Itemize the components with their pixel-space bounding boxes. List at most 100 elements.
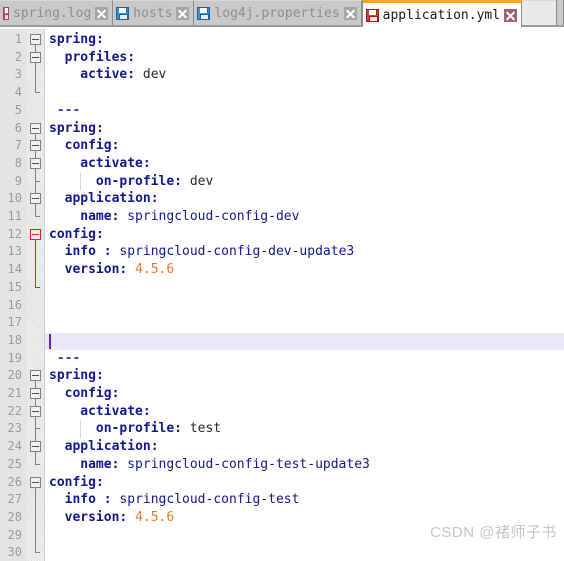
fold-toggle-icon[interactable]	[30, 228, 41, 240]
fold-toggle-icon[interactable]	[30, 51, 41, 63]
tab-label: hosts	[133, 5, 173, 21]
code-line[interactable]: name: springcloud-config-dev	[80, 208, 299, 226]
fold-range-end	[35, 428, 40, 430]
tab-hosts[interactable]: hosts	[113, 0, 195, 25]
line-number: 24	[7, 439, 22, 454]
tab-label: spring.log	[13, 5, 92, 21]
line-number: 4	[14, 85, 22, 100]
yaml-key: profiles:	[64, 49, 136, 65]
code-line[interactable]: name: springcloud-config-test-update3	[80, 456, 370, 474]
current-line-highlight	[45, 332, 564, 350]
code-line[interactable]: spring:	[49, 120, 104, 138]
fold-range-line	[35, 62, 36, 93]
code-line[interactable]: info : springcloud-config-dev-update3	[65, 243, 355, 261]
yaml-key: name:	[80, 209, 120, 224]
code-line[interactable]: application:	[65, 190, 159, 208]
yaml-value: 4.5.6	[127, 509, 175, 525]
line-number-gutter: 1 2 3 4 5 6 7 8 9 10 11 12 13 14 15 16 17 18 19 20 21 22 23 24 2…	[0, 29, 27, 561]
yaml-key: version:	[64, 509, 128, 525]
floppy-disk-icon	[197, 6, 211, 20]
close-icon[interactable]	[504, 8, 518, 22]
close-icon[interactable]	[343, 6, 357, 20]
code-line[interactable]: version: 4.5.6	[65, 261, 175, 279]
code-line[interactable]: on-profile: test	[96, 420, 221, 438]
code-line[interactable]: spring:	[49, 367, 104, 385]
yaml-value: dev	[182, 173, 214, 189]
code-line[interactable]: config:	[65, 385, 120, 403]
code-line[interactable]: ---	[57, 350, 80, 368]
fold-toggle-icon[interactable]	[30, 157, 41, 169]
tab-application-yml[interactable]: application.yml	[361, 0, 523, 27]
yaml-key: config:	[64, 386, 120, 401]
fold-toggle-icon[interactable]	[30, 122, 41, 134]
close-icon[interactable]	[176, 6, 190, 20]
code-line[interactable]: config:	[49, 474, 104, 492]
indent-guide	[80, 420, 82, 439]
line-number: 18	[7, 332, 22, 347]
line-number: 26	[7, 474, 22, 489]
line-number: 16	[7, 297, 22, 312]
yaml-key: spring:	[49, 368, 104, 384]
document-separator: ---	[56, 350, 81, 366]
tab-label: application.yml	[382, 7, 501, 23]
line-number: 2	[14, 49, 22, 64]
yaml-key: application:	[64, 439, 159, 455]
code-line[interactable]: activate:	[80, 403, 150, 421]
code-line[interactable]: ---	[57, 102, 80, 120]
code-line[interactable]: version: 4.5.6	[65, 509, 175, 527]
floppy-disk-icon	[3, 6, 9, 20]
yaml-key: spring:	[49, 32, 104, 47]
line-number: 28	[7, 509, 22, 524]
line-number: 17	[7, 315, 22, 330]
yaml-key: info :	[64, 244, 112, 260]
line-number: 30	[7, 545, 22, 560]
fold-range-end	[35, 92, 40, 94]
fold-toggle-icon[interactable]	[30, 140, 41, 152]
tab-label: log4j.properties	[214, 5, 340, 21]
fold-toggle-icon[interactable]	[30, 34, 41, 45]
yaml-key: activate:	[80, 403, 151, 419]
line-number: 21	[7, 386, 22, 400]
yaml-key: spring:	[49, 120, 104, 136]
yaml-value: springcloud-config-test-update3	[119, 456, 370, 472]
tab-log4j-properties[interactable]: log4j.properties	[194, 0, 362, 25]
yaml-key: name:	[80, 456, 120, 472]
yaml-key: on-profile:	[95, 173, 182, 189]
line-number: 9	[14, 173, 22, 188]
fold-range-line	[35, 204, 36, 216]
close-icon[interactable]	[95, 6, 109, 20]
code-editor[interactable]: 1 2 3 4 5 6 7 8 9 10 11 12 13 14 15 16 17 18 19 20 21 22 23 24 2…	[0, 29, 564, 561]
tab-bar-filler	[522, 0, 556, 25]
fold-toggle-icon[interactable]	[30, 193, 41, 205]
code-line[interactable]: spring:	[49, 31, 104, 49]
fold-toggle-icon[interactable]	[30, 388, 41, 399]
code-line[interactable]: activate:	[80, 155, 150, 173]
code-line[interactable]: active: dev	[80, 66, 166, 84]
fold-toggle-icon[interactable]	[30, 476, 41, 488]
code-line[interactable]: config:	[65, 137, 120, 155]
indent-guide	[80, 172, 82, 191]
code-line[interactable]: on-profile: dev	[96, 173, 213, 191]
fold-range-line	[35, 239, 36, 287]
fold-range-end	[35, 463, 40, 465]
tab-scroll-handle[interactable]	[556, 0, 564, 25]
line-number: 6	[14, 120, 22, 135]
line-number: 12	[7, 226, 22, 241]
fold-toggle-icon[interactable]	[30, 370, 41, 382]
fold-toggle-icon[interactable]	[30, 441, 41, 453]
code-line[interactable]: application:	[65, 438, 159, 456]
fold-range-line	[35, 168, 36, 181]
fold-toggle-icon[interactable]	[30, 405, 41, 417]
fold-range-end	[35, 180, 40, 182]
code-line[interactable]: info : springcloud-config-test	[65, 491, 300, 509]
text-area[interactable]: spring: profiles: active: dev --- spring: con…	[45, 29, 564, 561]
line-number: 8	[14, 155, 22, 170]
line-number: 20	[7, 368, 22, 383]
code-folding-gutter[interactable]	[27, 29, 44, 561]
code-line[interactable]: config:	[49, 226, 104, 244]
text-caret	[49, 333, 51, 349]
floppy-disk-icon	[365, 8, 379, 22]
code-line[interactable]: profiles:	[65, 49, 135, 67]
tab-spring-log[interactable]: spring.log	[0, 0, 114, 25]
fold-range-line	[35, 416, 36, 429]
